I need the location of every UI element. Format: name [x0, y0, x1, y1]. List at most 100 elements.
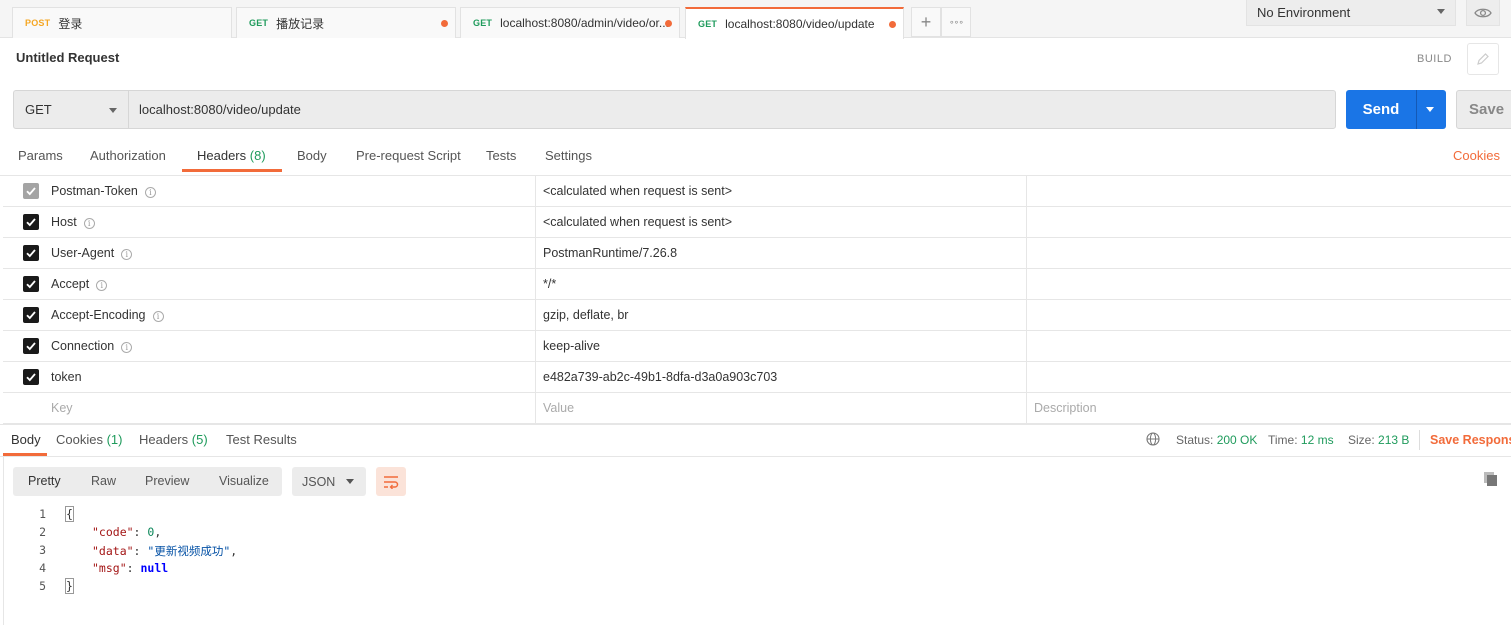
header-key[interactable]: Postman-Token i	[51, 184, 156, 198]
header-enabled-checkbox[interactable]	[23, 245, 39, 261]
new-tab-button[interactable]: +	[911, 7, 941, 37]
wrap-lines-button[interactable]	[376, 467, 406, 496]
header-row: token e482a739-ab2c-49b1-8dfa-d3a0a903c70…	[3, 362, 1511, 393]
globe-icon[interactable]	[1146, 432, 1160, 446]
header-value[interactable]: e482a739-ab2c-49b1-8dfa-d3a0a903c703	[543, 370, 777, 384]
header-value-cell: <calculated when request is sent>	[536, 176, 1027, 206]
tab-prerequest-script[interactable]: Pre-request Script	[356, 148, 461, 163]
checkmark-icon	[26, 342, 36, 351]
response-tab-test-results[interactable]: Test Results	[226, 432, 297, 447]
response-tab-headers[interactable]: Headers (5)	[139, 432, 208, 447]
info-icon[interactable]: i	[121, 342, 133, 353]
info-icon[interactable]: i	[121, 249, 133, 260]
format-tab-raw[interactable]: Raw	[91, 474, 116, 488]
format-tab-pretty[interactable]: Pretty	[28, 474, 61, 488]
code-brace: {	[65, 506, 74, 522]
send-button[interactable]: Send	[1346, 90, 1446, 129]
tab-authorization[interactable]: Authorization	[90, 148, 166, 163]
environment-label: No Environment	[1257, 5, 1351, 20]
header-key[interactable]: Host i	[51, 215, 95, 229]
header-key-text: Postman-Token	[51, 184, 138, 198]
request-tab-4-active[interactable]: GET localhost:8080/video/update	[685, 7, 904, 39]
header-enabled-checkbox[interactable]	[23, 214, 39, 230]
header-key[interactable]: Accept-Encoding i	[51, 308, 164, 322]
header-value[interactable]: gzip, deflate, br	[543, 308, 628, 322]
header-row: Accept-Encoding i gzip, deflate, br	[3, 300, 1511, 331]
header-enabled-checkbox[interactable]	[23, 369, 39, 385]
line-number: 5	[39, 579, 46, 593]
unsaved-dot-icon	[665, 20, 672, 27]
size-readout[interactable]: Size: 213 B	[1348, 433, 1409, 447]
cookies-link[interactable]: Cookies	[1453, 148, 1500, 163]
tab-method-label: GET	[473, 18, 493, 28]
code-brace: }	[65, 578, 74, 594]
tab-tests[interactable]: Tests	[486, 148, 516, 163]
format-tab-preview[interactable]: Preview	[145, 474, 189, 488]
header-key-cell: User-Agent i	[3, 238, 536, 268]
code-line: 4 "msg": null	[0, 561, 700, 579]
tab-settings[interactable]: Settings	[545, 148, 592, 163]
chevron-down-icon	[109, 108, 117, 113]
save-response-button[interactable]: Save Response	[1430, 433, 1511, 447]
header-value[interactable]: keep-alive	[543, 339, 600, 353]
copy-icon[interactable]	[1483, 471, 1499, 487]
tab-params[interactable]: Params	[18, 148, 63, 163]
request-tab-3[interactable]: GET localhost:8080/admin/video/or...	[460, 7, 680, 38]
response-language-select[interactable]: JSON	[292, 467, 366, 496]
edit-button[interactable]	[1467, 43, 1499, 75]
key-placeholder[interactable]: Key	[51, 401, 73, 415]
more-tabs-button[interactable]: ∘∘∘	[941, 7, 971, 37]
header-key[interactable]: User-Agent i	[51, 246, 133, 260]
header-value-cell: */*	[536, 269, 1027, 299]
send-options-chevron-icon[interactable]	[1426, 107, 1434, 112]
tab-headers[interactable]: Headers (8)	[197, 148, 266, 163]
status-readout[interactable]: Status: 200 OK	[1176, 433, 1257, 447]
tab-method-label: GET	[698, 19, 718, 29]
header-value[interactable]: <calculated when request is sent>	[543, 184, 732, 198]
save-button[interactable]: Save	[1456, 90, 1511, 129]
build-mode-label[interactable]: BUILD	[1417, 53, 1452, 65]
info-icon[interactable]: i	[96, 280, 108, 291]
header-key-cell: Key	[3, 393, 536, 423]
response-tab-cookies[interactable]: Cookies (1)	[56, 432, 122, 447]
tab-headers-label: Headers	[197, 148, 247, 163]
info-icon[interactable]: i	[144, 187, 156, 198]
active-tab-indicator	[182, 169, 282, 172]
environment-quick-look-button[interactable]	[1466, 0, 1500, 26]
header-enabled-checkbox[interactable]	[23, 338, 39, 354]
request-title[interactable]: Untitled Request	[16, 50, 119, 65]
method-select[interactable]: GET	[13, 90, 128, 129]
divider	[0, 456, 1511, 457]
value-placeholder[interactable]: Value	[543, 401, 574, 415]
time-value: 12 ms	[1300, 433, 1334, 447]
url-input[interactable]: localhost:8080/video/update	[128, 90, 1336, 129]
header-value[interactable]: PostmanRuntime/7.26.8	[543, 246, 677, 260]
response-tab-body[interactable]: Body	[11, 432, 41, 447]
header-value[interactable]: <calculated when request is sent>	[543, 215, 732, 229]
header-enabled-checkbox[interactable]	[23, 276, 39, 292]
info-icon[interactable]: i	[152, 311, 164, 322]
request-tab-2[interactable]: GET 播放记录	[236, 7, 456, 38]
url-value: localhost:8080/video/update	[139, 102, 301, 117]
wrap-lines-icon	[384, 475, 399, 489]
header-value[interactable]: */*	[543, 277, 556, 291]
request-tab-1[interactable]: POST 登录	[12, 7, 232, 38]
header-enabled-checkbox[interactable]	[23, 307, 39, 323]
format-tab-visualize[interactable]: Visualize	[219, 474, 269, 488]
cookies-count-badge: (1)	[106, 432, 123, 447]
json-value: "更新视频成功"	[147, 544, 231, 558]
tab-body[interactable]: Body	[297, 148, 327, 163]
json-key: "msg"	[92, 561, 127, 575]
header-value-cell: <calculated when request is sent>	[536, 207, 1027, 237]
header-row: Accept i */*	[3, 269, 1511, 300]
header-key[interactable]: token	[51, 370, 82, 384]
time-readout[interactable]: Time: 12 ms	[1268, 433, 1334, 447]
header-enabled-checkbox[interactable]	[23, 183, 39, 199]
description-placeholder[interactable]: Description	[1034, 401, 1097, 415]
info-icon[interactable]: i	[83, 218, 95, 229]
environment-select[interactable]: No Environment	[1246, 0, 1456, 26]
checkmark-icon	[26, 218, 36, 227]
header-key[interactable]: Accept i	[51, 277, 108, 291]
header-key[interactable]: Connection i	[51, 339, 133, 353]
header-row: Connection i keep-alive	[3, 331, 1511, 362]
